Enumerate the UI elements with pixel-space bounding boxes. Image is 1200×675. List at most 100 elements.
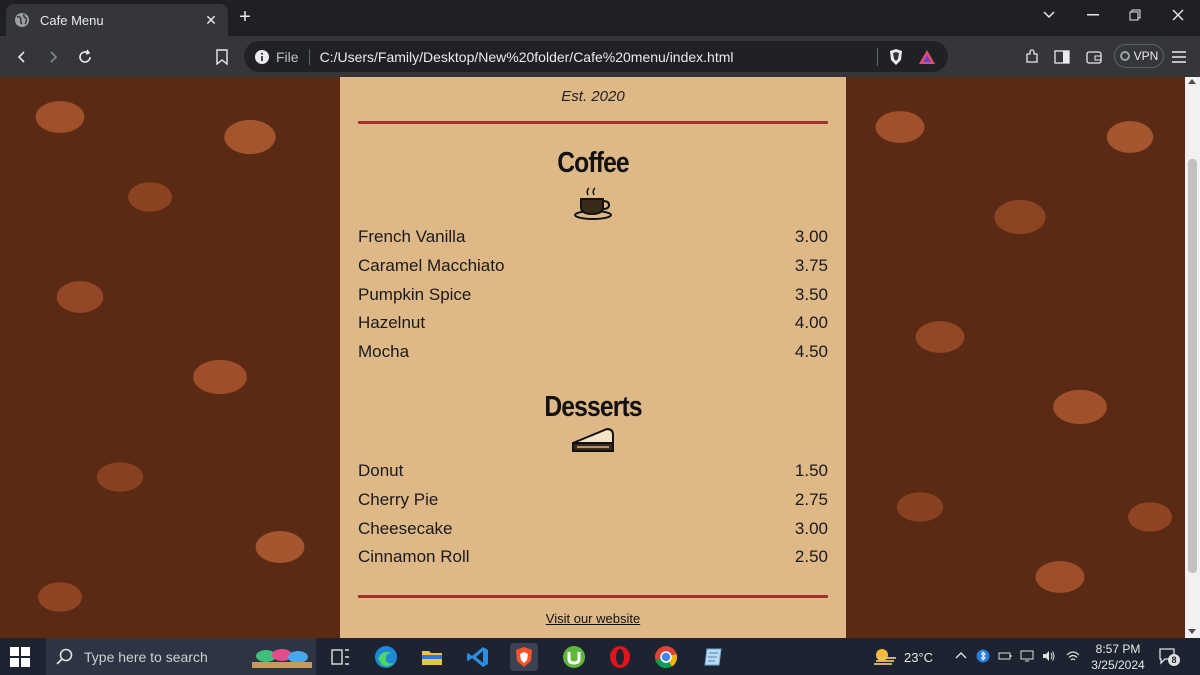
menu-item: French Vanilla 3.00 <box>358 227 828 249</box>
divider <box>308 48 310 65</box>
item-price: 3.00 <box>794 227 828 246</box>
chevron-up-icon[interactable] <box>954 649 968 663</box>
battery-icon[interactable] <box>998 649 1012 663</box>
back-button[interactable] <box>10 45 34 69</box>
menu-item: Hazelnut 4.00 <box>358 313 828 335</box>
browser-toolbar: File C:/Users/Family/Desktop/New%20folde… <box>0 36 1200 77</box>
opera-icon[interactable] <box>606 643 634 671</box>
menu-item: Caramel Macchiato 3.75 <box>358 256 828 278</box>
menu-item: Mocha 4.50 <box>358 342 828 364</box>
item-name: Hazelnut <box>358 313 426 332</box>
volume-icon[interactable] <box>1042 649 1056 663</box>
brave-shields-icon[interactable] <box>888 48 904 66</box>
divider <box>358 121 828 124</box>
forward-button[interactable] <box>41 45 65 69</box>
brave-rewards-icon[interactable] <box>918 49 936 65</box>
visit-website-link[interactable]: Visit our website <box>340 611 846 626</box>
item-price: 3.00 <box>794 519 828 538</box>
minimize-button[interactable] <box>1071 0 1115 30</box>
vpn-label: VPN <box>1133 49 1159 63</box>
brave-browser-icon[interactable] <box>510 643 538 671</box>
item-name: Cheesecake <box>358 519 453 538</box>
utorrent-icon[interactable] <box>560 643 588 671</box>
weather-widget[interactable]: 23°C <box>872 647 933 667</box>
search-highlight-icon <box>252 648 312 668</box>
info-icon[interactable] <box>254 49 270 65</box>
item-price: 1.50 <box>794 461 828 480</box>
coffee-heading: Coffee <box>557 147 629 179</box>
desserts-heading: Desserts <box>544 391 642 423</box>
menu-item: Cherry Pie 2.75 <box>358 490 828 512</box>
weather-sun-icon <box>874 649 896 665</box>
search-placeholder: Type here to search <box>84 648 208 665</box>
item-price: 3.50 <box>794 285 828 304</box>
item-name: French Vanilla <box>358 227 466 246</box>
system-clock[interactable]: 8:57 PM 3/25/2024 <box>1090 641 1146 673</box>
established-text: Est. 2020 <box>561 88 625 105</box>
wallet-icon[interactable] <box>1082 45 1106 69</box>
menu-item: Pumpkin Spice 3.50 <box>358 285 828 307</box>
bookmark-icon[interactable] <box>210 45 234 69</box>
tab-strip: Cafe Menu ✕ + <box>0 0 1200 36</box>
hamburger-menu-icon[interactable] <box>1167 45 1191 69</box>
reload-button[interactable] <box>73 45 97 69</box>
pie-slice-icon <box>572 427 614 452</box>
vpn-button[interactable]: VPN <box>1114 44 1164 68</box>
taskbar-search-box[interactable]: Type here to search <box>46 638 316 675</box>
item-name: Pumpkin Spice <box>358 285 472 304</box>
tab-search-chevron-icon[interactable] <box>1027 0 1071 30</box>
file-scheme-label: File <box>276 48 299 65</box>
item-price: 3.75 <box>794 256 828 275</box>
close-window-button[interactable] <box>1156 0 1200 30</box>
item-name: Mocha <box>358 342 410 361</box>
notepad-icon[interactable] <box>700 643 728 671</box>
new-tab-button[interactable]: + <box>234 6 256 28</box>
windows-start-icon[interactable] <box>10 647 30 667</box>
item-name: Cherry Pie <box>358 490 439 509</box>
divider <box>877 47 878 66</box>
notification-center-button[interactable]: 8 <box>1158 647 1180 667</box>
clock-date: 3/25/2024 <box>1091 658 1145 672</box>
item-name: Caramel Macchiato <box>358 256 505 275</box>
windows-taskbar: Type here to search 23°C 8:57 PM 3/25/20… <box>0 638 1200 675</box>
item-name: Donut <box>358 461 404 480</box>
scroll-down-arrow-icon[interactable] <box>1188 629 1196 634</box>
sidebar-icon[interactable] <box>1050 45 1074 69</box>
wifi-icon[interactable] <box>1066 649 1080 663</box>
coffee-cup-icon <box>574 187 612 220</box>
page-scrollbar[interactable] <box>1185 77 1200 638</box>
url-text[interactable]: C:/Users/Family/Desktop/New%20folder/Caf… <box>320 49 877 65</box>
cafe-menu-card: Est. 2020 Coffee French Vanilla 3.00 Car… <box>340 77 846 638</box>
scrollbar-thumb[interactable] <box>1188 159 1197 573</box>
tab-title: Cafe Menu <box>40 12 104 28</box>
extensions-icon[interactable] <box>1020 45 1044 69</box>
item-price: 2.50 <box>794 547 828 566</box>
temperature-text: 23°C <box>904 649 934 665</box>
scroll-up-arrow-icon[interactable] <box>1188 79 1196 84</box>
address-bar[interactable]: File C:/Users/Family/Desktop/New%20folde… <box>244 41 948 72</box>
clock-time: 8:57 PM <box>1095 642 1141 656</box>
tab-cafe-menu[interactable]: Cafe Menu ✕ <box>6 4 228 36</box>
close-tab-icon[interactable]: ✕ <box>202 11 220 29</box>
restore-button[interactable] <box>1113 0 1157 30</box>
item-price: 4.00 <box>794 313 828 332</box>
menu-item: Donut 1.50 <box>358 461 828 483</box>
divider <box>358 595 828 598</box>
item-name: Cinnamon Roll <box>358 547 470 566</box>
file-explorer-icon[interactable] <box>418 643 446 671</box>
chrome-icon[interactable] <box>652 643 680 671</box>
display-icon[interactable] <box>1020 649 1034 663</box>
task-view-icon[interactable] <box>326 643 354 671</box>
search-icon <box>56 648 73 665</box>
bluetooth-icon[interactable] <box>976 649 990 663</box>
page-viewport: Est. 2020 Coffee French Vanilla 3.00 Car… <box>0 77 1185 638</box>
vpn-status-icon <box>1119 51 1130 61</box>
menu-item: Cheesecake 3.00 <box>358 519 828 541</box>
item-price: 2.75 <box>794 490 828 509</box>
globe-icon <box>15 13 29 27</box>
edge-browser-icon[interactable] <box>372 643 400 671</box>
notification-count-badge: 8 <box>1168 654 1180 666</box>
vscode-icon[interactable] <box>464 643 492 671</box>
item-price: 4.50 <box>794 342 828 361</box>
menu-item: Cinnamon Roll 2.50 <box>358 547 828 569</box>
